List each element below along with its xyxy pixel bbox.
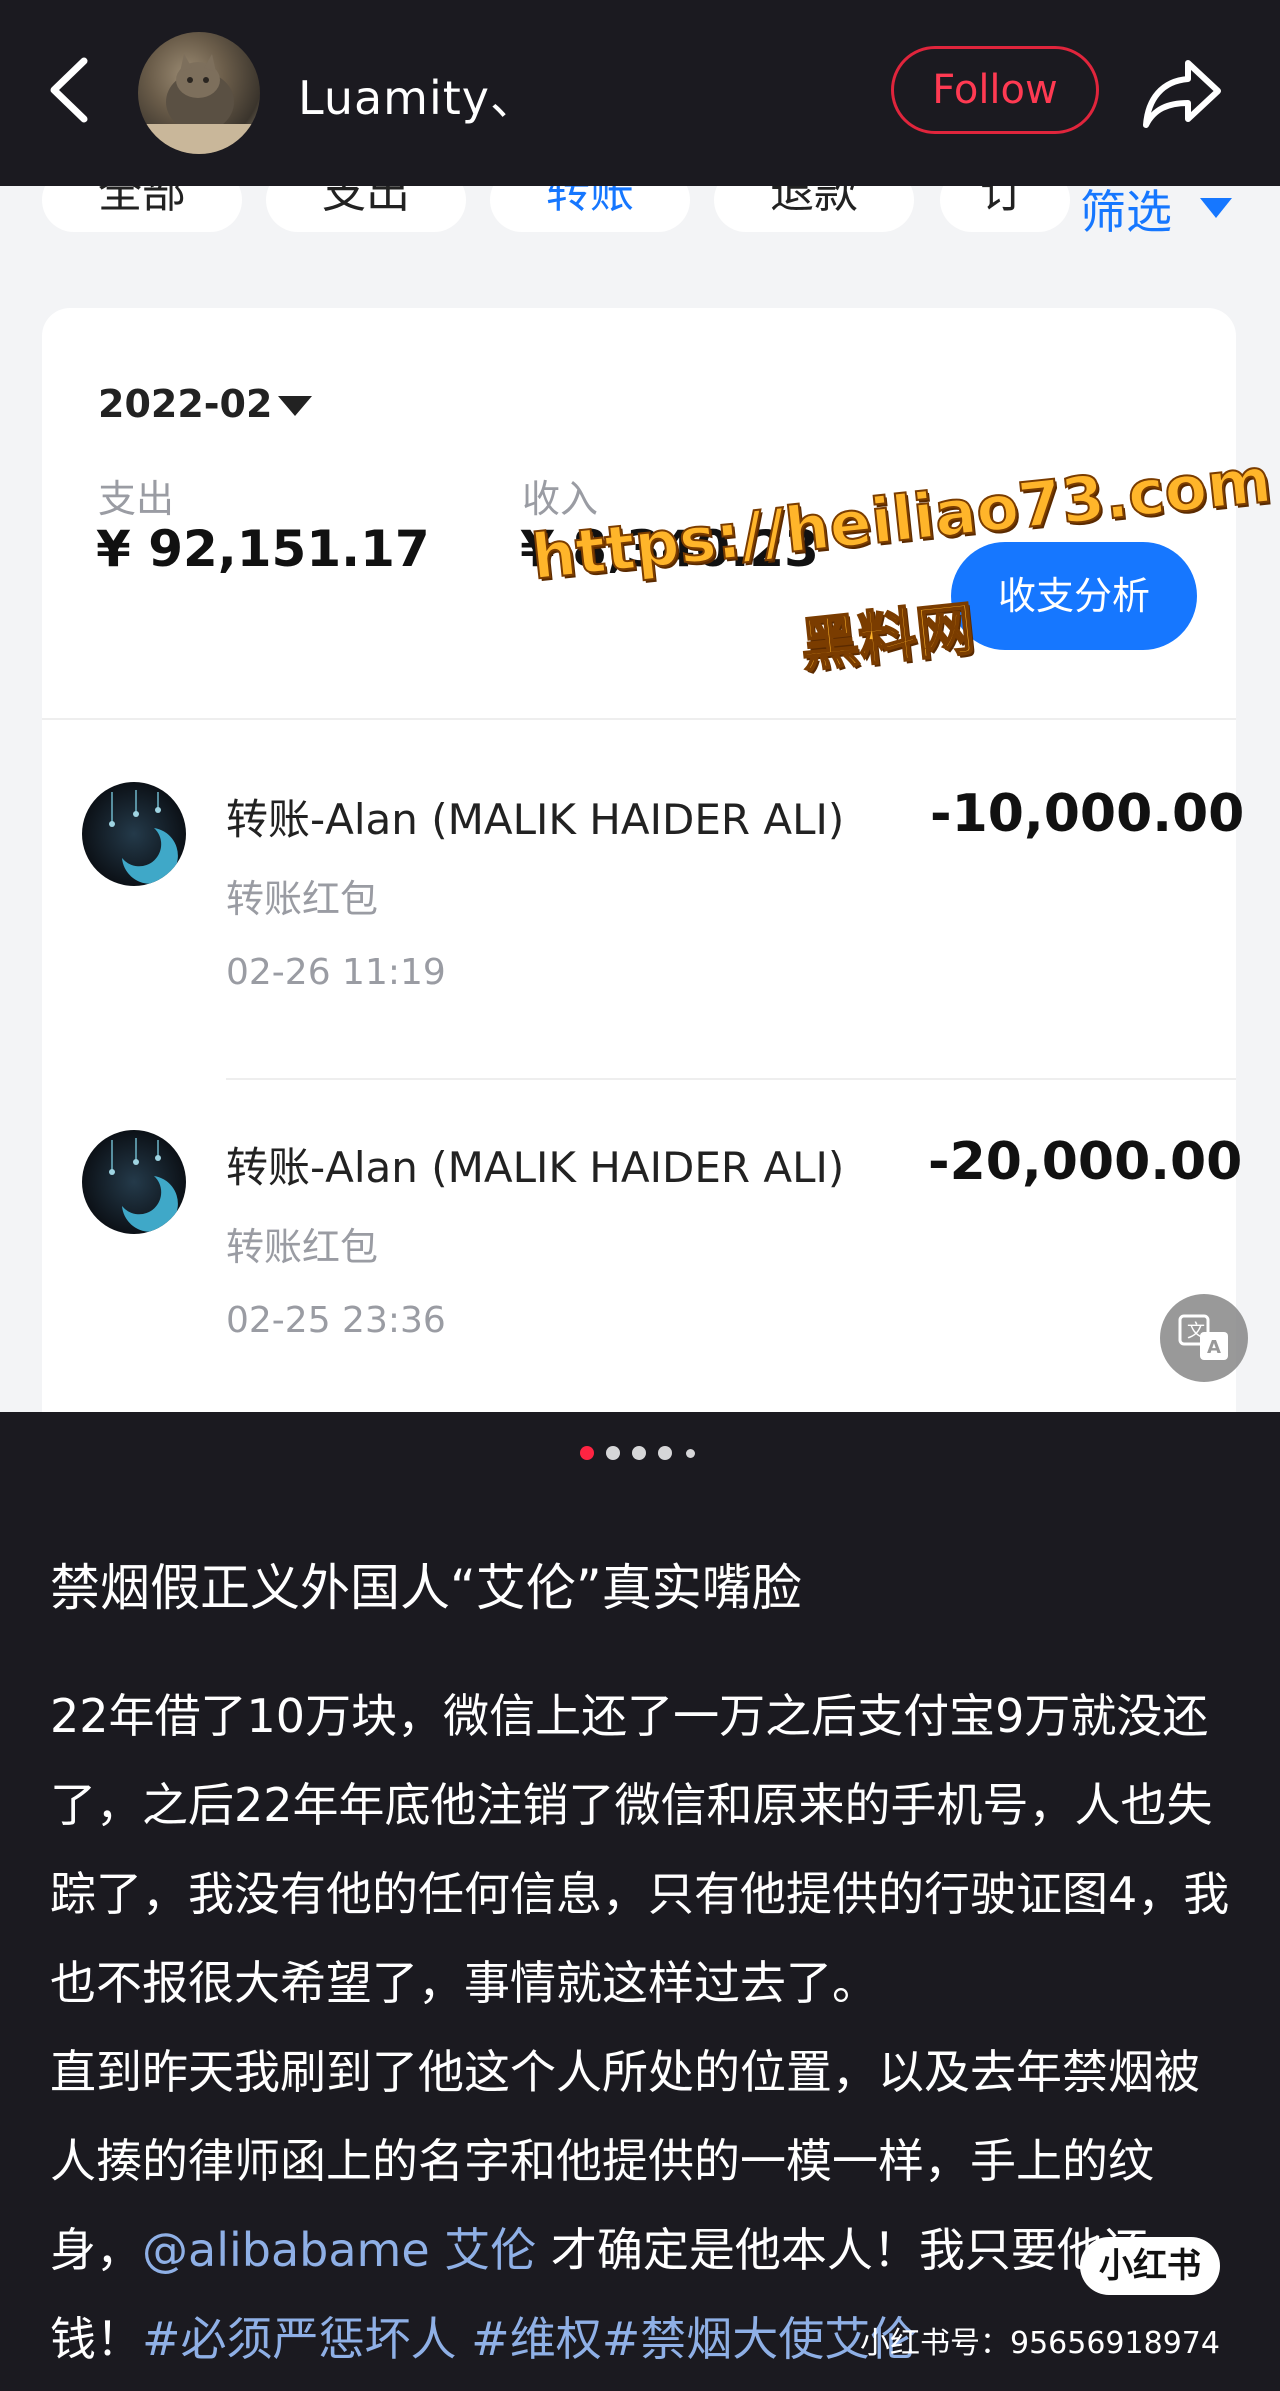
analysis-button: 收支分析 <box>951 542 1197 650</box>
transaction-type: 转账红包 <box>226 877 379 921</box>
svg-text:A: A <box>1207 1337 1221 1358</box>
filter-label: 筛选 <box>1080 186 1172 239</box>
chip-refund: 退款 <box>714 186 914 232</box>
chip-order: 订 <box>940 186 1070 232</box>
carousel-dot-active <box>580 1446 594 1460</box>
divider <box>226 1078 1236 1080</box>
transaction-amount: -20,000.00 <box>928 1132 1243 1192</box>
carousel-dot <box>658 1446 672 1460</box>
top-bar: Luamity、 Follow <box>0 0 1280 186</box>
hashtag-link[interactable]: #必须严惩坏人 <box>142 2312 457 2366</box>
post-paragraph: 22年借了10万块，微信上还了一万之后支付宝9万就没还了，之后22年年底他注销了… <box>50 1689 1230 2010</box>
xiaohongshu-id: 小红书号：95656918974 <box>860 2326 1220 2361</box>
transaction-type: 转账红包 <box>226 1225 379 1269</box>
transaction-time: 02-25 23:36 <box>226 1300 446 1341</box>
carousel-dot <box>686 1449 695 1458</box>
transaction-name: 转账-Alan (MALIK HAIDER ALI) <box>226 1143 845 1192</box>
moon-avatar-icon <box>82 1130 186 1234</box>
chip-all: 全部 <box>42 186 242 232</box>
post-title: 禁烟假正义外国人“艾伦”真实嘴脸 <box>50 1559 802 1617</box>
transaction-amount: -10,000.00 <box>930 784 1245 844</box>
author-avatar[interactable] <box>138 32 260 154</box>
mention-link[interactable]: @alibabame 艾伦 <box>142 2223 536 2277</box>
month-dropdown-icon <box>278 396 312 416</box>
carousel-dot <box>606 1446 620 1460</box>
moon-avatar-icon <box>82 782 186 886</box>
back-arrow-icon[interactable] <box>40 55 100 125</box>
translate-icon[interactable]: 文 A <box>1160 1294 1248 1382</box>
chip-expense: 支出 <box>266 186 466 232</box>
post-body: 22年借了10万块，微信上还了一万之后支付宝9万就没还了，之后22年年底他注销了… <box>50 1672 1230 2384</box>
transaction-time: 02-26 11:19 <box>226 952 446 993</box>
xiaohongshu-logo: 小红书 <box>1080 2237 1220 2295</box>
expense-label: 支出 <box>98 477 175 521</box>
chip-transfer: 转账 <box>490 186 690 232</box>
share-icon[interactable] <box>1140 55 1224 131</box>
carousel-dot <box>632 1446 646 1460</box>
filter-dropdown-icon <box>1200 198 1232 218</box>
transaction-name: 转账-Alan (MALIK HAIDER ALI) <box>226 795 845 844</box>
post-image[interactable]: 全部 支出 转账 退款 订 筛选 2022-02 支出 ¥ 92,151.17 … <box>0 186 1280 1412</box>
carousel-indicator <box>0 1444 1280 1464</box>
expense-amount: ¥ 92,151.17 <box>96 520 430 578</box>
hashtag-link[interactable]: #维权 <box>471 2312 602 2366</box>
divider <box>42 718 1236 720</box>
author-username[interactable]: Luamity、 <box>298 62 537 128</box>
month-selector: 2022-02 <box>98 382 273 426</box>
follow-button[interactable]: Follow <box>891 46 1099 134</box>
